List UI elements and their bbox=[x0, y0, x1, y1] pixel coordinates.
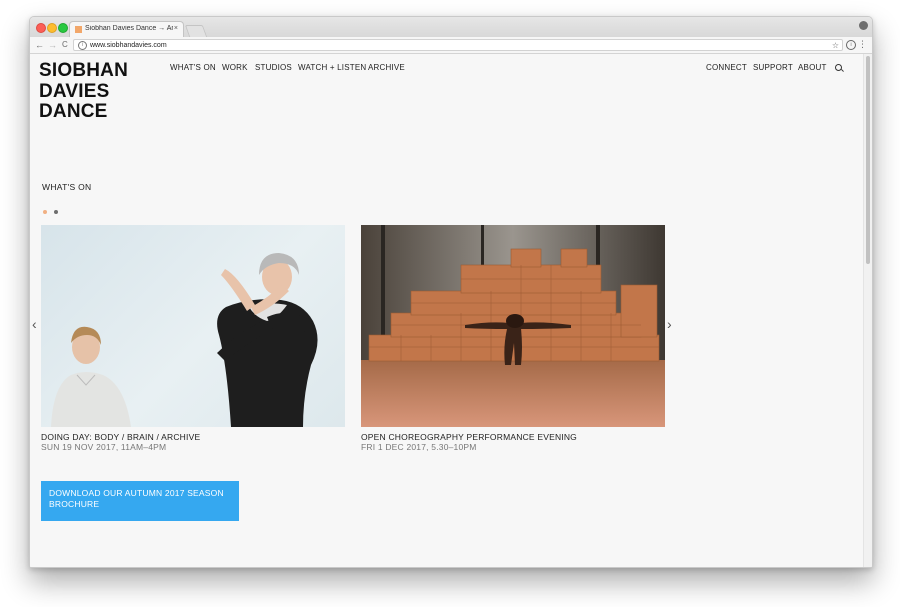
bookmark-star-icon[interactable]: ☆ bbox=[832, 40, 839, 51]
favicon-icon bbox=[75, 26, 82, 33]
close-tab-icon[interactable]: × bbox=[174, 25, 178, 32]
reload-icon[interactable]: C bbox=[62, 39, 68, 51]
carousel-prev-icon[interactable]: ‹ bbox=[32, 317, 37, 331]
back-icon[interactable]: ← bbox=[35, 39, 44, 51]
boxes-performance-photo bbox=[361, 225, 665, 427]
tab-bar: Siobhan Davies Dance → An in × bbox=[30, 17, 872, 38]
event-card[interactable]: OPEN CHOREOGRAPHY PERFORMANCE EVENING FR… bbox=[361, 225, 665, 452]
tab-title: Siobhan Davies Dance → An in bbox=[85, 25, 173, 32]
search-icon[interactable] bbox=[835, 64, 842, 71]
address-bar[interactable]: i www.siobhandavies.com ☆ bbox=[73, 39, 843, 51]
section-title: WHAT'S ON bbox=[42, 182, 92, 192]
browser-menu-icon[interactable]: ⋮ bbox=[858, 39, 867, 50]
url-text[interactable]: www.siobhandavies.com bbox=[90, 40, 167, 51]
nav-studios[interactable]: STUDIOS bbox=[255, 63, 292, 72]
scrollbar-thumb[interactable] bbox=[866, 56, 870, 264]
event-date: FRI 1 DEC 2017, 5.30–10PM bbox=[361, 442, 477, 452]
nav-connect[interactable]: CONNECT bbox=[706, 63, 747, 72]
event-date: SUN 19 NOV 2017, 11AM–4PM bbox=[41, 442, 167, 452]
download-brochure-button[interactable]: DOWNLOAD OUR AUTUMN 2017 SEASON BROCHURE bbox=[41, 481, 239, 521]
carousel-next-icon[interactable]: › bbox=[667, 317, 672, 331]
minimize-window-button[interactable] bbox=[47, 23, 57, 33]
browser-tab[interactable]: Siobhan Davies Dance → An in × bbox=[69, 21, 184, 37]
nav-work[interactable]: WORK bbox=[222, 63, 248, 72]
extension-icon[interactable]: i bbox=[846, 40, 856, 50]
carousel-dot-active[interactable] bbox=[43, 210, 47, 214]
forward-icon[interactable]: → bbox=[48, 39, 57, 51]
new-tab-button[interactable] bbox=[184, 25, 208, 37]
web-page: SIOBHAN DAVIES DANCE WHAT'S ON WORK STUD… bbox=[30, 54, 864, 567]
dancers-photo bbox=[51, 253, 318, 427]
logo-line: DANCE bbox=[39, 101, 108, 122]
info-icon[interactable]: i bbox=[78, 41, 87, 50]
scrollbar[interactable] bbox=[863, 54, 872, 567]
nav-support[interactable]: SUPPORT bbox=[753, 63, 793, 72]
logo-line: SIOBHAN bbox=[39, 60, 129, 81]
carousel-dot[interactable] bbox=[54, 210, 58, 214]
logo-line: DAVIES bbox=[39, 80, 110, 102]
event-image[interactable] bbox=[41, 225, 345, 427]
close-window-button[interactable] bbox=[36, 23, 46, 33]
browser-toolbar: ← → C i www.siobhandavies.com ☆ i ⋮ bbox=[30, 37, 872, 54]
nav-about[interactable]: ABOUT bbox=[798, 63, 827, 72]
browser-window: Siobhan Davies Dance → An in × ← → C i w… bbox=[29, 16, 873, 568]
maximize-window-button[interactable] bbox=[58, 23, 68, 33]
nav-whats-on[interactable]: WHAT'S ON bbox=[170, 63, 216, 72]
event-title[interactable]: OPEN CHOREOGRAPHY PERFORMANCE EVENING bbox=[361, 432, 665, 442]
site-logo[interactable]: SIOBHAN DAVIES DANCE bbox=[39, 60, 129, 123]
event-card[interactable]: DOING DAY: BODY / BRAIN / ARCHIVE SUN 19… bbox=[41, 225, 345, 452]
nav-watch-listen[interactable]: WATCH + LISTEN bbox=[298, 63, 366, 72]
event-title[interactable]: DOING DAY: BODY / BRAIN / ARCHIVE bbox=[41, 432, 345, 442]
nav-archive[interactable]: ARCHIVE bbox=[368, 63, 405, 72]
event-image[interactable] bbox=[361, 225, 665, 427]
profile-icon[interactable] bbox=[859, 21, 868, 30]
